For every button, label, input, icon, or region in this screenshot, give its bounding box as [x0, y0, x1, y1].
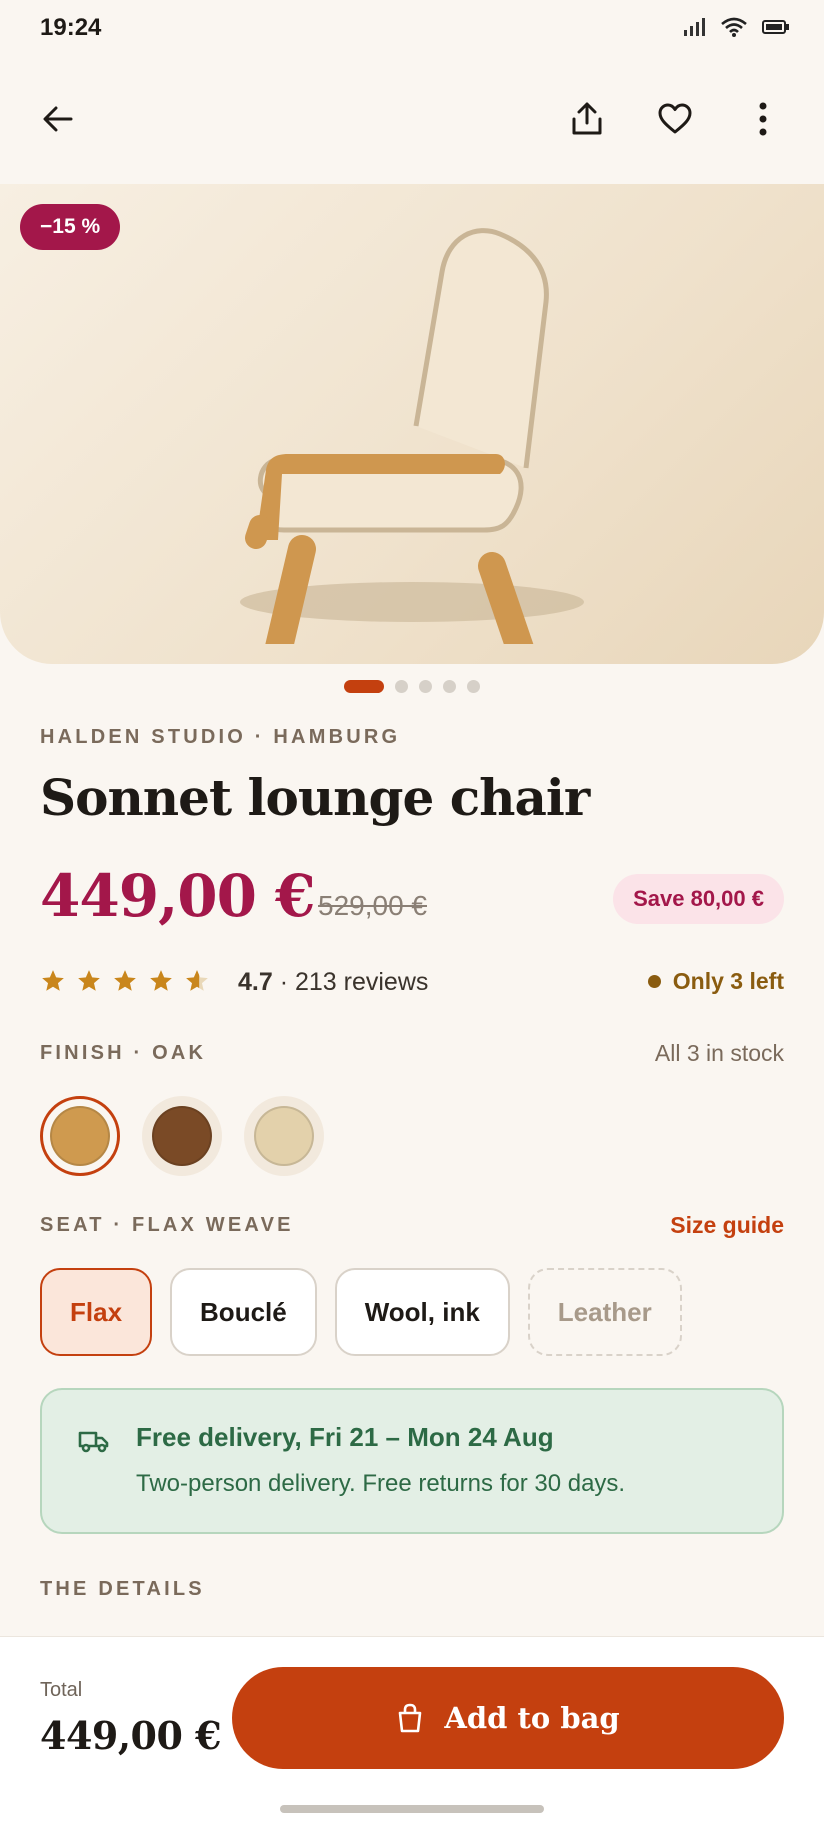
- original-price: 529,00 €: [318, 890, 427, 921]
- bottom-purchase-bar: Total 449,00 € Add to bag: [0, 1636, 824, 1830]
- swatch-ash[interactable]: [244, 1096, 324, 1176]
- carousel-dot[interactable]: [419, 680, 432, 693]
- more-options-button[interactable]: [733, 89, 793, 149]
- truck-icon: [78, 1431, 109, 1453]
- seat-option-leather[interactable]: Leather: [527, 1268, 682, 1356]
- swatch-color: [50, 1106, 110, 1166]
- add-to-bag-label: Add to bag: [444, 1701, 620, 1735]
- share-button[interactable]: [557, 89, 617, 149]
- home-indicator[interactable]: [280, 1805, 544, 1813]
- add-to-bag-button[interactable]: Add to bag: [232, 1667, 784, 1769]
- delivery-subtitle: Two-person delivery. Free returns for 30…: [136, 1470, 626, 1497]
- signal-icon: [684, 18, 705, 36]
- stock-dot-icon: [647, 975, 661, 988]
- swatch-color: [152, 1106, 212, 1166]
- back-arrow-icon: [43, 106, 73, 132]
- swatch-oak[interactable]: [40, 1096, 120, 1176]
- delivery-info-card: Free delivery, Fri 21 – Mon 24 Aug Two-p…: [40, 1388, 784, 1534]
- product-image: [240, 228, 584, 644]
- more-vert-icon: [759, 102, 767, 136]
- finish-swatches: [40, 1096, 324, 1176]
- half-star-icon: [186, 970, 208, 991]
- status-icons: [682, 16, 790, 38]
- review-count: · 213 reviews: [272, 968, 429, 996]
- seat-option-wool-ink[interactable]: Wool, ink: [334, 1268, 510, 1356]
- swatch-color: [254, 1106, 314, 1166]
- heart-icon: [658, 103, 692, 134]
- back-button[interactable]: [28, 89, 88, 149]
- bag-icon: [399, 1703, 422, 1733]
- carousel-dot[interactable]: [467, 680, 480, 693]
- swatch-walnut[interactable]: [142, 1096, 222, 1176]
- savings-badge: Save 80,00 €: [613, 874, 784, 924]
- total-value: 449,00 €: [40, 1713, 222, 1758]
- status-time: 19:24: [40, 14, 102, 41]
- star-rating: [40, 968, 210, 994]
- finish-label: FINISH · OAK: [40, 1042, 207, 1064]
- product-title: Sonnet lounge chair: [40, 768, 590, 827]
- star-icon: [114, 970, 136, 991]
- rating-value: 4.7: [238, 968, 273, 996]
- product-image-carousel[interactable]: −15 %: [0, 184, 824, 664]
- carousel-dot[interactable]: [395, 680, 408, 693]
- stock-warning: Only 3 left: [647, 968, 784, 995]
- brand-label[interactable]: HALDEN STUDIO · HAMBURG: [40, 726, 400, 749]
- seat-label: SEAT · FLAX WEAVE: [40, 1214, 294, 1236]
- discount-badge: −15 %: [20, 204, 121, 250]
- seat-option-boucle[interactable]: Bouclé: [170, 1268, 317, 1356]
- carousel-dot[interactable]: [443, 680, 456, 693]
- star-icon: [42, 970, 64, 991]
- seat-options: Flax Bouclé Wool, ink Leather: [40, 1268, 682, 1356]
- favorite-button[interactable]: [645, 89, 705, 149]
- delivery-title: Free delivery, Fri 21 – Mon 24 Aug: [136, 1422, 554, 1452]
- battery-icon: [762, 20, 789, 34]
- details-section-label: THE DETAILS: [40, 1578, 205, 1600]
- share-icon: [572, 102, 602, 135]
- seat-option-flax[interactable]: Flax: [40, 1268, 153, 1356]
- total-label: Total: [40, 1679, 83, 1701]
- stock-warning-text: Only 3 left: [672, 968, 784, 994]
- finish-stock: All 3 in stock: [654, 1040, 784, 1066]
- star-icon: [78, 970, 100, 991]
- top-app-bar: [0, 80, 824, 158]
- carousel-indicator: [0, 680, 824, 693]
- size-guide-link[interactable]: Size guide: [670, 1212, 784, 1239]
- wifi-icon: [721, 17, 747, 37]
- carousel-dot[interactable]: [344, 680, 384, 693]
- status-bar: 19:24: [0, 0, 824, 56]
- price: 449,00 €: [40, 862, 316, 930]
- rating-summary[interactable]: 4.7 · 213 reviews: [238, 968, 428, 997]
- star-icon: [150, 970, 172, 991]
